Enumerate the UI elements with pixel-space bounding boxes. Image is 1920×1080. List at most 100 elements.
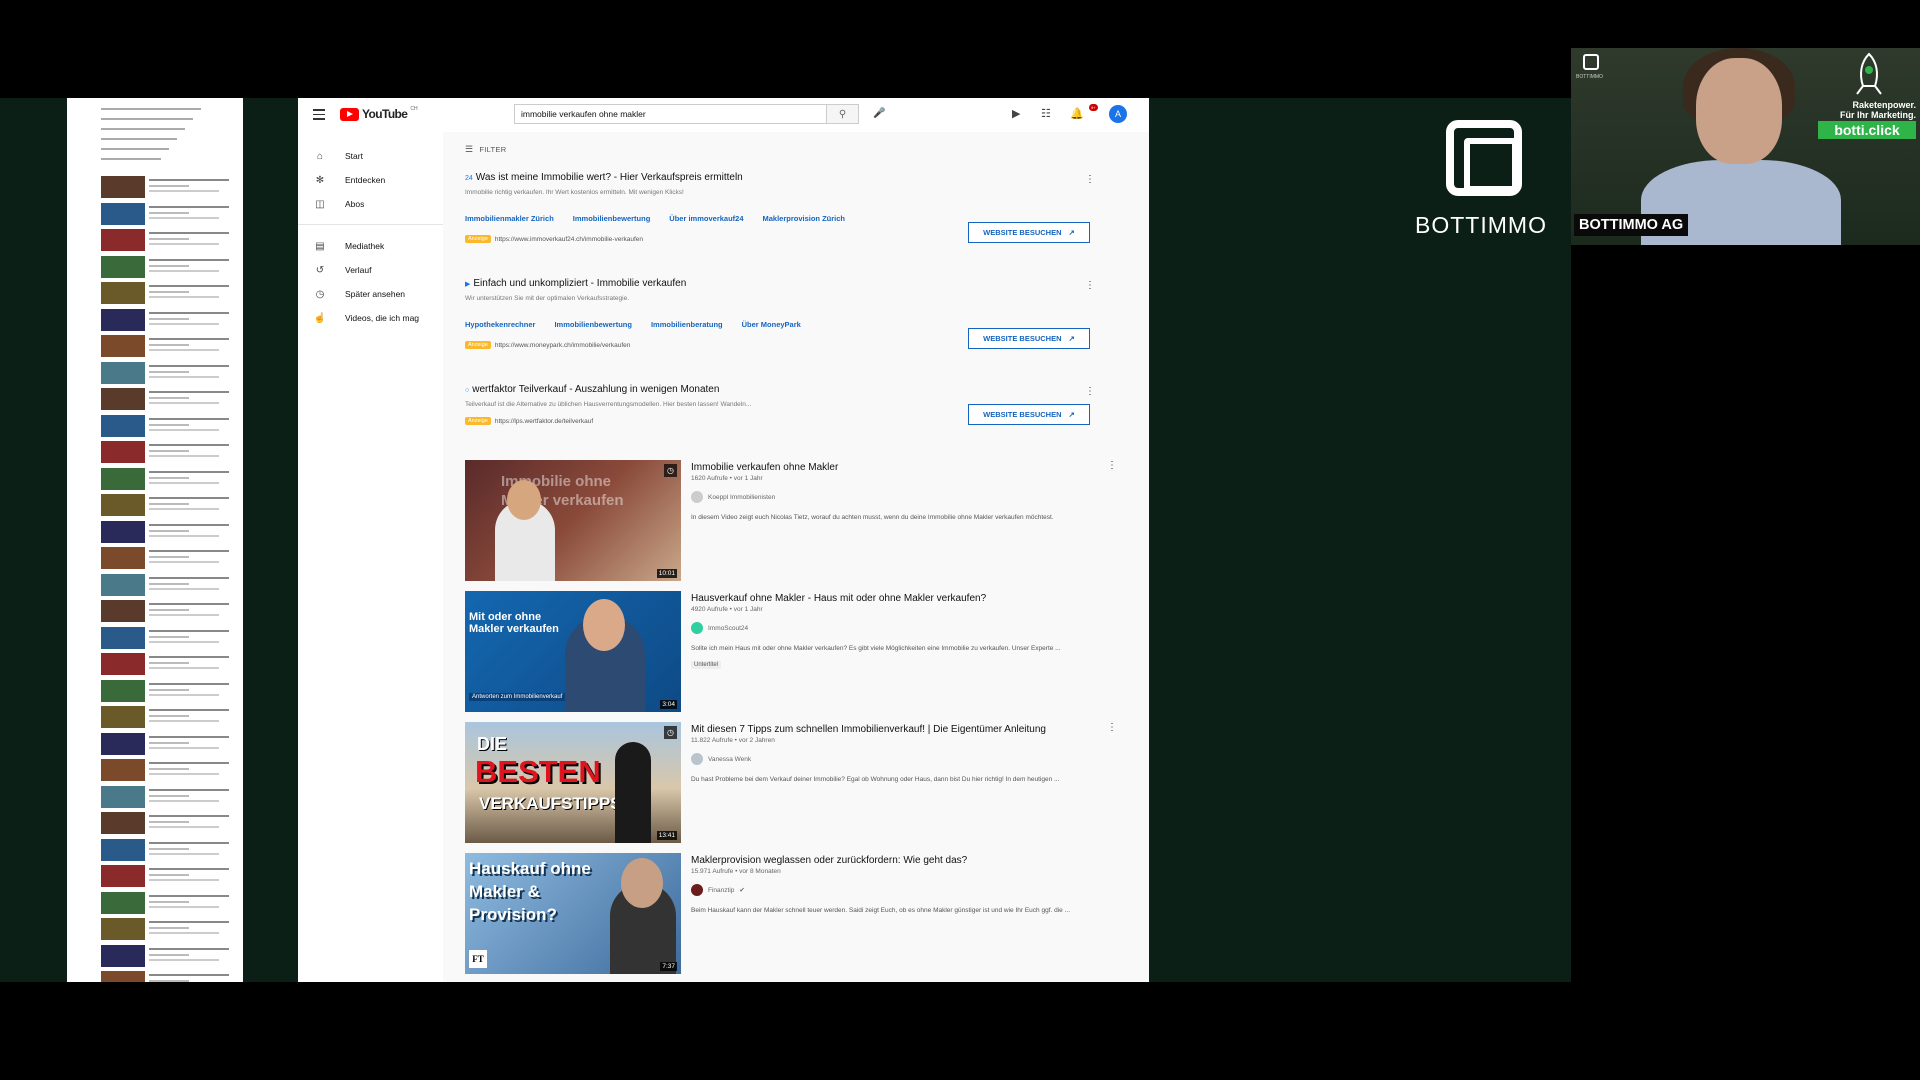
mini-text-line <box>149 974 229 976</box>
ad-sitelink[interactable]: Über MoneyPark <box>742 320 801 329</box>
mini-thumbnail <box>101 414 145 437</box>
ad-url[interactable]: https://www.immoverkauf24.ch/immobilie-v… <box>495 236 643 243</box>
create-video-icon[interactable]: ▶ <box>1012 107 1020 120</box>
video-title[interactable]: Immobilie verkaufen ohne Makler <box>691 462 1121 473</box>
youtube-logo[interactable]: YouTube CH <box>340 106 418 121</box>
menu-icon[interactable] <box>313 109 325 120</box>
video-title[interactable]: Maklerprovision weglassen oder zurückfor… <box>691 855 1121 866</box>
ad-url[interactable]: https://www.moneypark.ch/immobilie/verka… <box>495 342 630 349</box>
sidebar-item-liked-videos[interactable]: ☝ Videos, die ich mag <box>298 306 443 330</box>
mini-text-line <box>149 338 229 340</box>
more-options-icon[interactable]: ⋮ <box>1107 460 1117 471</box>
apps-grid-icon[interactable]: ☷ <box>1041 107 1051 120</box>
sidebar-item-verlauf[interactable]: ↺ Verlauf <box>298 258 443 282</box>
visit-website-button[interactable]: WEBSITE BESUCHEN ↗ <box>968 328 1090 349</box>
mini-thumbnail <box>101 891 145 914</box>
botti-click-link[interactable]: botti.click <box>1818 121 1916 139</box>
visit-website-button[interactable]: WEBSITE BESUCHEN ↗ <box>968 404 1090 425</box>
sidebar-item-abos[interactable]: ◫ Abos <box>298 192 443 216</box>
filter-button[interactable]: ☰ FILTER <box>465 144 506 155</box>
ad-sitelink[interactable]: Maklerprovision Zürich <box>763 214 846 223</box>
mini-thumbnail <box>101 706 145 728</box>
visit-website-button[interactable]: WEBSITE BESUCHEN ↗ <box>968 222 1090 243</box>
ad-sitelink[interactable]: Immobilienbewertung <box>554 320 632 329</box>
mini-text-line <box>149 243 219 245</box>
mini-result-row <box>101 600 237 622</box>
mini-result-row <box>101 944 237 967</box>
mini-text-line <box>149 609 189 611</box>
ad-sitelink[interactable]: Immobilienberatung <box>651 320 723 329</box>
mini-thumbnail <box>101 282 145 304</box>
mini-result-row <box>101 520 237 543</box>
mini-result-row <box>101 838 237 861</box>
mini-thumbnail <box>101 441 145 463</box>
mini-text-line <box>149 211 189 214</box>
video-thumbnail[interactable]: Mit oder ohne Makler verkaufen Antworten… <box>465 591 681 712</box>
mini-thumbnail <box>101 361 145 384</box>
mini-text-line <box>149 349 219 351</box>
watch-later-icon[interactable]: ◷ <box>664 726 677 739</box>
video-thumbnail[interactable]: DIE BESTEN VERKAUFSTIPPS ◷ 13:41 <box>465 722 681 843</box>
mini-text-line <box>149 640 219 643</box>
youtube-country-code: CH <box>410 106 418 112</box>
visit-website-label: WEBSITE BESUCHEN <box>983 334 1062 343</box>
video-thumbnail[interactable]: Hauskauf ohne Makler & Provision? FT 7:3… <box>465 853 681 974</box>
mini-text-line <box>149 735 229 738</box>
sidebar-item-label: Später ansehen <box>345 289 406 299</box>
more-options-icon[interactable]: ⋮ <box>1085 386 1095 397</box>
notifications-bell-icon[interactable]: 🔔 <box>1070 107 1084 120</box>
channel-link[interactable]: ImmoScout24 <box>691 622 1121 634</box>
ad-url[interactable]: https://lps.wertfaktor.de/teilverkauf <box>495 418 593 425</box>
mini-result-row <box>101 547 237 569</box>
sidebar-item-entdecken[interactable]: ✻ Entdecken <box>298 168 443 192</box>
mini-result-row <box>101 653 237 675</box>
home-icon: ⌂ <box>316 150 324 162</box>
mini-text-line <box>149 205 229 208</box>
mini-result-row <box>101 918 237 940</box>
video-title[interactable]: Hausverkauf ohne Makler - Haus mit oder … <box>691 593 1121 604</box>
mini-thumbnail <box>101 229 145 251</box>
ad-title-text: wertfaktor Teilverkauf - Auszahlung in w… <box>472 384 720 395</box>
ad-title[interactable]: 24 Was ist meine Immobilie wert? - Hier V… <box>465 172 1115 183</box>
more-options-icon[interactable]: ⋮ <box>1085 174 1095 185</box>
sidebar-item-spaeter-ansehen[interactable]: ◷ Später ansehen <box>298 282 443 306</box>
sidebar-item-label: Videos, die ich mag <box>345 313 420 323</box>
mini-thumbnail <box>101 785 145 808</box>
mini-text-line <box>149 561 219 563</box>
watch-later-icon[interactable]: ◷ <box>664 464 677 477</box>
visit-website-label: WEBSITE BESUCHEN <box>983 228 1062 237</box>
mini-text-line <box>149 364 229 367</box>
more-options-icon[interactable]: ⋮ <box>1085 280 1095 291</box>
sidebar-item-start[interactable]: ⌂ Start <box>298 144 443 168</box>
more-options-icon[interactable]: ⋮ <box>1107 722 1117 733</box>
youtube-topbar: YouTube CH ⚲ 🎤 ▶ ☷ 🔔 9+ A <box>298 98 1149 132</box>
ad-title[interactable]: ○ wertfaktor Teilverkauf - Auszahlung in … <box>465 384 1115 395</box>
video-description: In diesem Video zeigt euch Nicolas Tietz… <box>691 514 1054 521</box>
channel-link[interactable]: Finanztip ✔ <box>691 884 1121 896</box>
ad-favicon-icon: 24 <box>465 175 473 182</box>
presenter-face <box>1696 58 1782 164</box>
thumbnail-subtext: Antworten zum Immobilienverkauf <box>469 693 566 701</box>
mini-text-line <box>149 317 189 320</box>
ad-title[interactable]: ▶ Einfach und unkompliziert - Immobilie v… <box>465 278 1115 289</box>
mini-text-line <box>149 375 219 378</box>
mini-result-row <box>101 732 237 755</box>
mini-header-line <box>101 148 169 150</box>
mini-text-line <box>149 216 219 219</box>
ad-sitelink[interactable]: Immobilienmakler Zürich <box>465 214 554 223</box>
ad-sitelink[interactable]: Immobilienbewertung <box>573 214 651 223</box>
microphone-icon[interactable]: 🎤 <box>873 108 885 119</box>
channel-link[interactable]: Koeppl Immobilienisten <box>691 491 1121 503</box>
search-icon[interactable]: ⚲ <box>826 105 858 123</box>
ad-sitelink[interactable]: Hypothekenrechner <box>465 320 535 329</box>
ad-sitelink[interactable]: Über immoverkauf24 <box>669 214 743 223</box>
sidebar-item-mediathek[interactable]: ▤ Mediathek <box>298 234 443 258</box>
mini-result-row <box>101 255 237 278</box>
video-thumbnail[interactable]: Immobilie ohne Makler verkaufen ◷ 10:01 <box>465 460 681 581</box>
account-avatar[interactable]: A <box>1109 105 1127 123</box>
search-input[interactable] <box>515 105 826 123</box>
video-title[interactable]: Mit diesen 7 Tipps zum schnellen Immobil… <box>691 724 1121 735</box>
channel-link[interactable]: Vanessa Wenk <box>691 753 1121 765</box>
mini-text-line <box>149 576 229 579</box>
compass-icon: ✻ <box>315 174 325 186</box>
